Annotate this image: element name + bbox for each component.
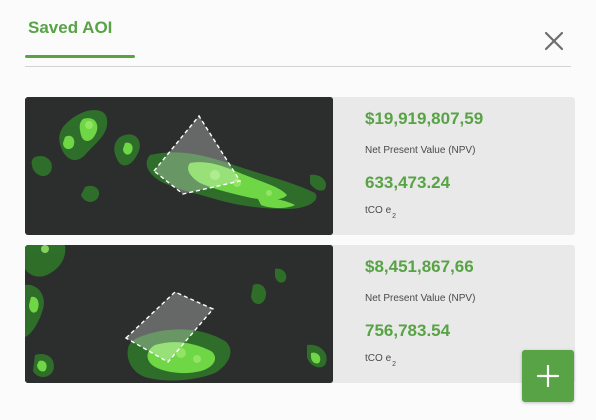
tab-saved-aoi[interactable]: Saved AOI xyxy=(25,18,135,58)
co2-value: 633,473.24 xyxy=(365,173,451,192)
plus-icon xyxy=(536,364,560,388)
aoi-map-thumbnail[interactable] xyxy=(25,97,333,235)
co2-unit-label: tCO e2 xyxy=(365,353,396,368)
npv-value: $19,919,807,59 xyxy=(365,109,484,128)
npv-label: Net Present Value (NPV) xyxy=(365,145,476,156)
map-image xyxy=(25,97,333,235)
aoi-map-thumbnail[interactable] xyxy=(25,245,333,383)
co2-unit-label: tCO e2 xyxy=(365,205,396,220)
npv-value: $8,451,867,66 xyxy=(365,257,474,276)
aoi-info: $19,919,807,59 Net Present Value (NPV) 6… xyxy=(365,97,565,235)
saved-aoi-panel: Saved AOI $19,919,807,59 Net Present Val… xyxy=(0,0,596,420)
co2-unit-sub: e xyxy=(385,353,392,364)
aoi-card[interactable]: $19,919,807,59 Net Present Value (NPV) 6… xyxy=(25,97,575,235)
npv-label: Net Present Value (NPV) xyxy=(365,293,476,304)
co2-unit: tCO xyxy=(365,353,383,364)
aoi-card[interactable]: $8,451,867,66 Net Present Value (NPV) 75… xyxy=(25,245,575,383)
panel-header: Saved AOI xyxy=(25,0,571,67)
co2-unit-sub2: 2 xyxy=(392,361,397,368)
co2-unit-sub2: 2 xyxy=(392,213,397,220)
co2-unit: tCO xyxy=(365,205,383,216)
map-image xyxy=(25,245,333,383)
close-icon xyxy=(544,31,564,51)
tab-label: Saved AOI xyxy=(28,18,113,37)
co2-unit-sub: e xyxy=(385,205,392,216)
add-aoi-button[interactable] xyxy=(522,350,574,402)
close-button[interactable] xyxy=(543,30,565,52)
co2-value: 756,783.54 xyxy=(365,321,451,340)
tab-active-indicator xyxy=(25,55,135,58)
